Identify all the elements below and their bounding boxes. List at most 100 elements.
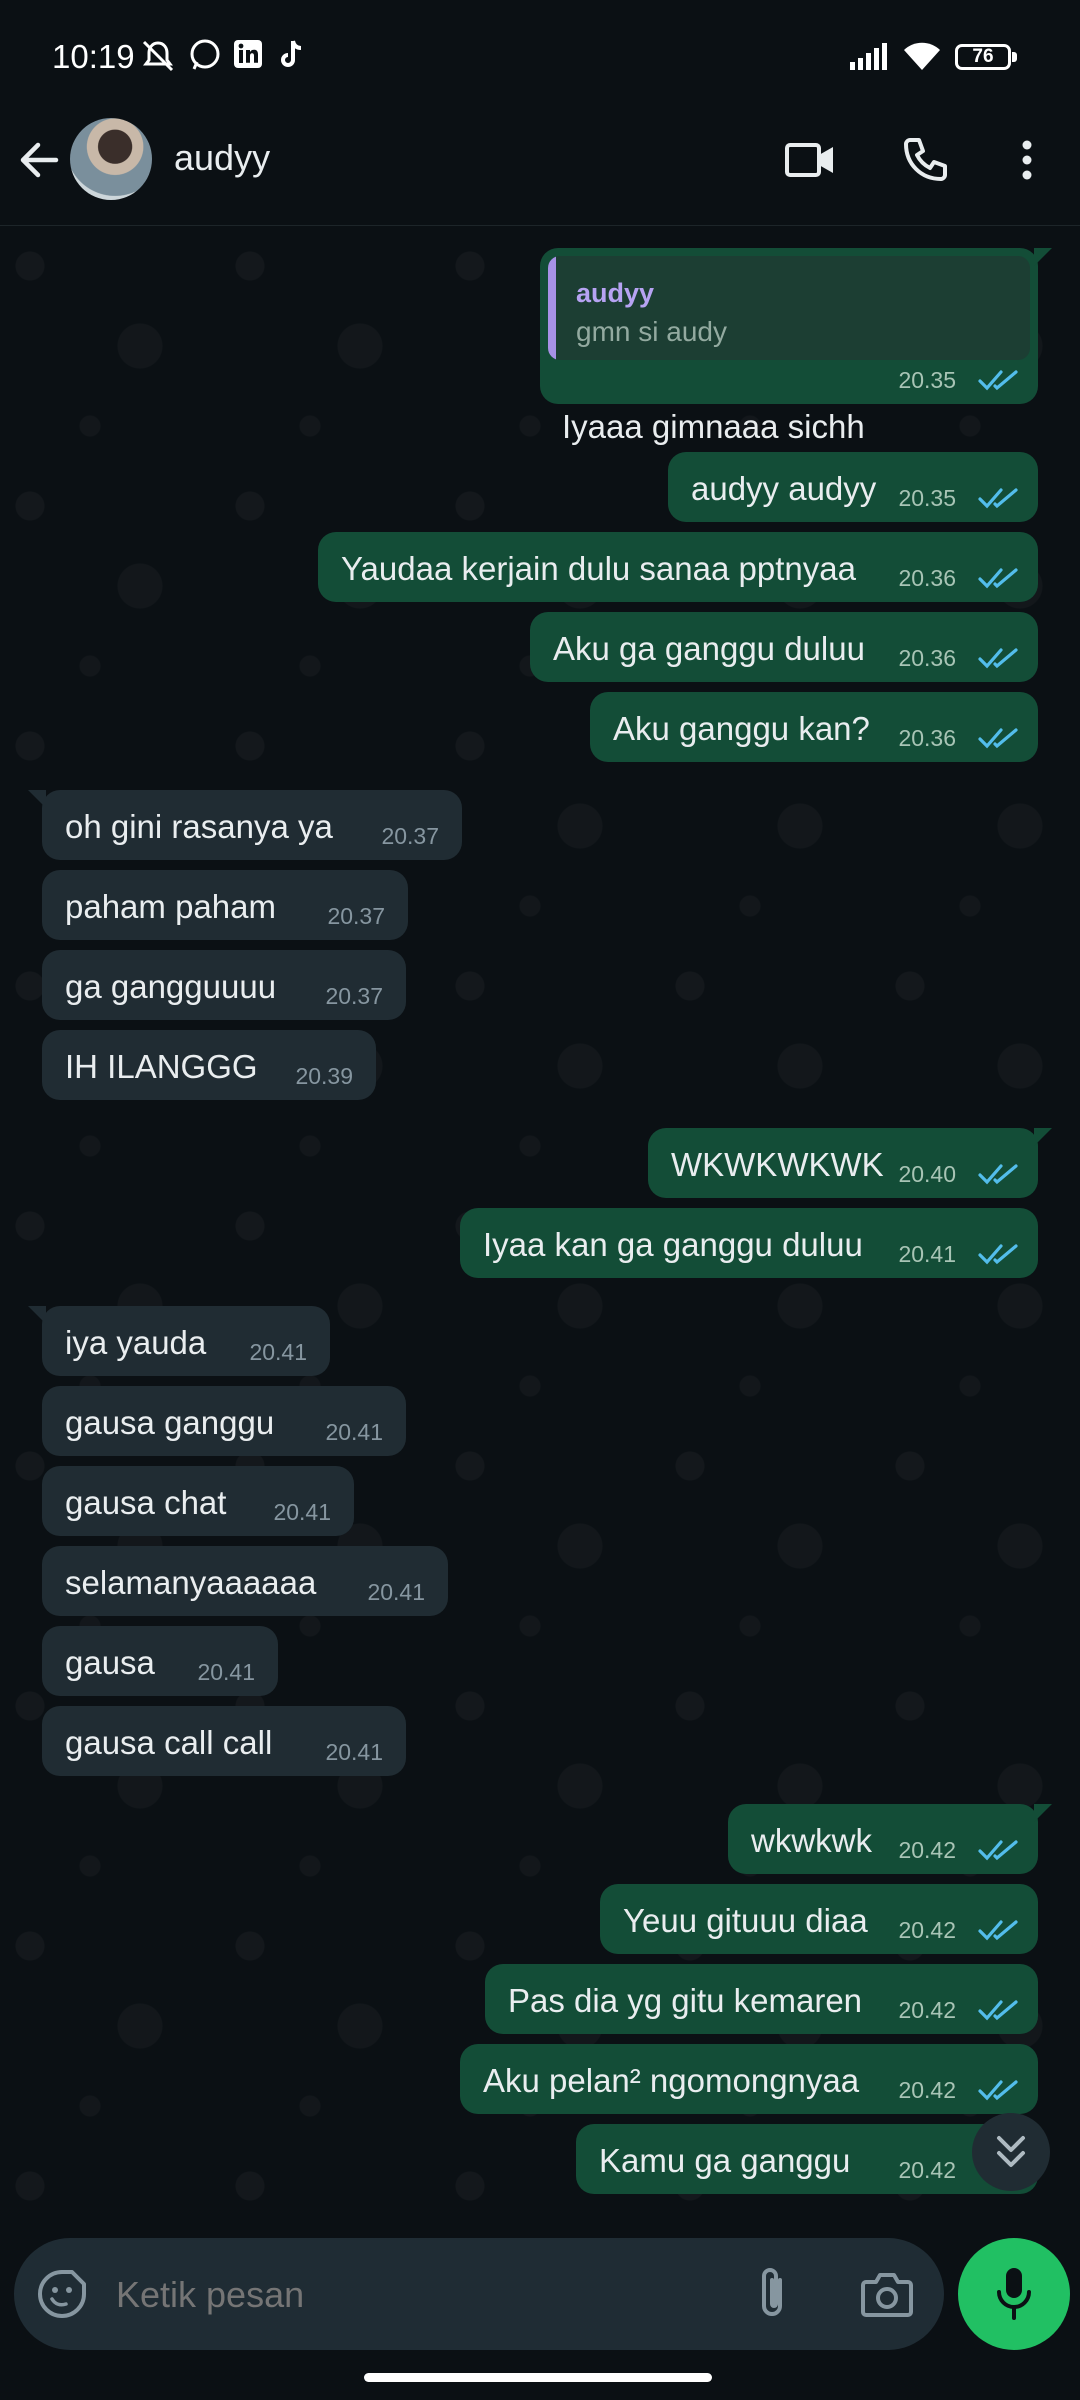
message-bubble-incoming[interactable]: iya yauda 20.41 xyxy=(28,1306,330,1376)
read-ticks-icon xyxy=(978,1920,1018,1941)
quote-message-footer: 20.35 xyxy=(540,334,1038,404)
double-chevron-down-icon xyxy=(997,2136,1025,2167)
voice-call-icon[interactable] xyxy=(900,135,950,185)
message-time: 20.37 xyxy=(381,823,439,849)
message-bubble-outgoing[interactable]: wkwkwk 20.42 xyxy=(728,1804,1052,1874)
quoted-sender: audyy xyxy=(576,278,655,308)
message-bubble-incoming[interactable]: ga gangguuuu 20.37 xyxy=(42,950,406,1020)
linkedin-icon xyxy=(234,40,262,68)
message-text: ga gangguuuu xyxy=(65,968,277,1005)
bell-off-icon xyxy=(142,40,174,72)
message-bubble-incoming[interactable]: selamanyaaaaaa 20.41 xyxy=(42,1546,448,1616)
message-text: Pas dia yg gitu kemaren xyxy=(508,1982,863,2019)
read-ticks-icon xyxy=(978,488,1018,509)
message-time: 20.41 xyxy=(197,1659,255,1685)
message-text: Yaudaa kerjain dulu sanaa pptnyaa xyxy=(341,550,856,587)
message-time: 20.42 xyxy=(898,1837,956,1863)
voice-message-button[interactable] xyxy=(958,2238,1070,2350)
message-text: Kamu ga ganggu xyxy=(599,2142,851,2179)
battery-level: 76 xyxy=(972,46,994,67)
message-text: selamanyaaaaaa xyxy=(65,1564,317,1601)
message-time: 20.42 xyxy=(898,2157,956,2183)
message-text: gausa chat xyxy=(65,1484,227,1521)
attach-icon[interactable] xyxy=(752,2266,792,2322)
message-bubble-outgoing[interactable]: Iyaa kan ga ganggu duluu 20.41 xyxy=(460,1208,1038,1278)
message-bubble-outgoing[interactable]: Kamu ga ganggu 20.42 xyxy=(576,2124,1038,2194)
scroll-to-bottom-button[interactable] xyxy=(972,2113,1050,2191)
message-bubble-outgoing[interactable]: Aku ga ganggu duluu 20.36 xyxy=(530,612,1038,682)
message-bubble-incoming[interactable]: gausa ganggu 20.41 xyxy=(42,1386,406,1456)
message-bubble-incoming[interactable]: gausa call call 20.41 xyxy=(42,1706,406,1776)
tiktok-icon xyxy=(281,40,302,67)
message-time: 20.41 xyxy=(367,1579,425,1605)
message-time: 20.42 xyxy=(898,1917,956,1943)
battery-icon: 76 xyxy=(955,44,1011,70)
message-text: WKWKWKWK xyxy=(671,1146,884,1183)
status-bar: 10:19 76 xyxy=(0,0,1080,115)
read-ticks-icon xyxy=(978,1164,1018,1185)
message-time: 20.40 xyxy=(898,1161,956,1187)
chat-messages[interactable]: audyy gmn si audy Iyaaa gimnaaa sichh 20… xyxy=(0,226,1080,2230)
read-ticks-icon xyxy=(978,370,1018,391)
message-text: oh gini rasanya ya xyxy=(65,808,333,845)
message-time: 20.37 xyxy=(325,983,383,1009)
message-text: Yeuu gituuu diaa xyxy=(623,1902,868,1939)
message-text: paham paham xyxy=(65,888,276,925)
message-bubble-incoming[interactable]: gausa chat 20.41 xyxy=(42,1466,354,1536)
microphone-icon xyxy=(997,2268,1031,2320)
message-time: 20.36 xyxy=(898,645,956,671)
message-bubble-outgoing[interactable]: Yaudaa kerjain dulu sanaa pptnyaa 20.36 xyxy=(318,532,1038,602)
message-time: 20.37 xyxy=(327,903,385,929)
contact-name[interactable]: audyy xyxy=(174,137,270,179)
battery-cap xyxy=(1012,52,1017,62)
message-bubble-outgoing[interactable]: audyy audyy 20.35 xyxy=(668,452,1038,522)
message-bubble-incoming[interactable]: IH ILANGGG 20.39 xyxy=(42,1030,376,1100)
message-time: 20.35 xyxy=(898,485,956,511)
message-time: 20.41 xyxy=(325,1739,383,1765)
read-ticks-icon xyxy=(978,1244,1018,1265)
read-ticks-icon xyxy=(978,2080,1018,2101)
message-text: audyy audyy xyxy=(691,470,877,507)
contact-avatar[interactable] xyxy=(70,118,152,200)
message-text: IH ILANGGG xyxy=(65,1048,258,1085)
message-text: Aku pelan² ngomongnyaa xyxy=(483,2062,860,2099)
message-time: 20.41 xyxy=(273,1499,331,1525)
message-time: 20.36 xyxy=(898,725,956,751)
gesture-nav-handle[interactable] xyxy=(364,2373,712,2382)
message-time: 20.42 xyxy=(898,1997,956,2023)
message-time: 20.39 xyxy=(295,1063,353,1089)
message-composer[interactable] xyxy=(14,2238,944,2350)
message-text: gausa call call xyxy=(65,1724,273,1761)
signal-icon xyxy=(850,43,887,70)
read-ticks-icon xyxy=(978,2000,1018,2021)
message-bubble-outgoing[interactable]: Yeuu gituuu diaa 20.42 xyxy=(600,1884,1038,1954)
more-options-icon[interactable] xyxy=(1012,137,1042,183)
message-text: Aku ganggu kan? xyxy=(613,710,870,747)
message-bubble-incoming[interactable]: paham paham 20.37 xyxy=(42,870,408,940)
message-bubble-outgoing[interactable]: Pas dia yg gitu kemaren 20.42 xyxy=(485,1964,1038,2034)
message-bubble-incoming[interactable]: gausa 20.41 xyxy=(42,1626,278,1696)
message-bubble-incoming[interactable]: oh gini rasanya ya 20.37 xyxy=(28,790,462,860)
sticker-icon[interactable] xyxy=(36,2268,88,2320)
message-time: 20.35 xyxy=(898,367,956,393)
video-call-icon[interactable] xyxy=(784,139,836,181)
camera-icon[interactable] xyxy=(860,2270,914,2318)
message-time: 20.42 xyxy=(898,2077,956,2103)
message-text: iya yauda xyxy=(65,1324,207,1361)
message-input[interactable] xyxy=(114,2264,738,2326)
read-ticks-icon xyxy=(978,568,1018,589)
message-text: wkwkwk xyxy=(751,1822,872,1859)
message-text: gausa xyxy=(65,1644,155,1681)
whatsapp-icon xyxy=(190,39,220,70)
chat-header: audyy xyxy=(0,115,1080,226)
message-bubble-outgoing[interactable]: Aku ganggu kan? 20.36 xyxy=(590,692,1038,762)
message-text: gausa ganggu xyxy=(65,1404,275,1441)
status-time: 10:19 xyxy=(52,38,135,75)
back-arrow-icon[interactable] xyxy=(16,137,62,183)
message-bubble-outgoing[interactable]: Aku pelan² ngomongnyaa 20.42 xyxy=(460,2044,1038,2114)
message-time: 20.41 xyxy=(898,1241,956,1267)
wifi-icon xyxy=(904,42,940,70)
message-time: 20.36 xyxy=(898,565,956,591)
message-bubble-outgoing[interactable]: WKWKWKWK 20.40 xyxy=(648,1128,1052,1198)
message-time: 20.41 xyxy=(325,1419,383,1445)
